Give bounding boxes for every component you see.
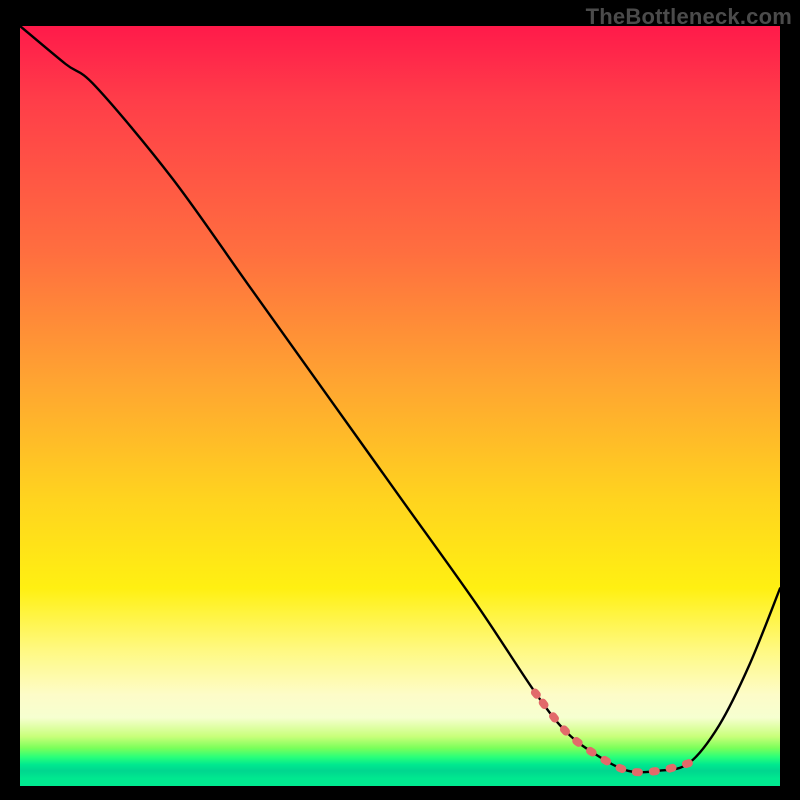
bottleneck-curve-path <box>20 26 780 772</box>
watermark-text: TheBottleneck.com <box>586 4 792 30</box>
bottleneck-curve-svg <box>20 26 780 786</box>
bottleneck-highlight-path <box>535 692 692 772</box>
chart-stage: TheBottleneck.com <box>0 0 800 800</box>
plot-area <box>20 26 780 786</box>
